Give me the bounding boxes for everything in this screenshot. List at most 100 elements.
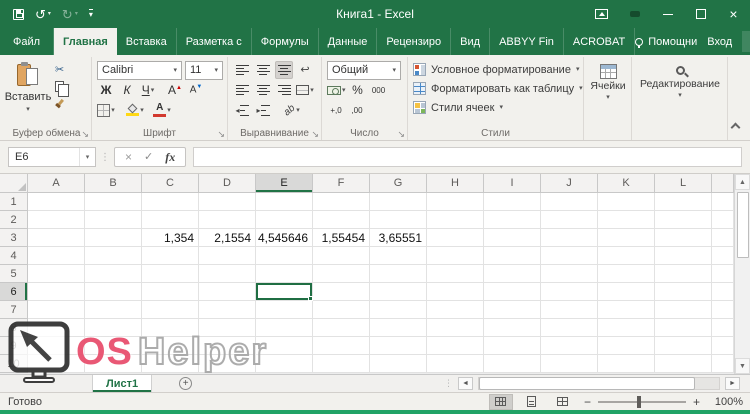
- decrease-indent-button[interactable]: ◂: [233, 101, 251, 119]
- comma-style-button[interactable]: 000: [370, 81, 388, 99]
- font-name-select[interactable]: Calibri▾: [97, 61, 182, 80]
- tab-abbyy[interactable]: ABBYY Fin: [490, 28, 564, 55]
- align-middle-button[interactable]: [254, 61, 272, 79]
- cell-G6[interactable]: [370, 283, 427, 301]
- select-all-button[interactable]: [0, 174, 28, 193]
- cell-K3[interactable]: [598, 229, 655, 247]
- help-tab[interactable]: Помощни: [635, 36, 697, 48]
- cell-G7[interactable]: [370, 301, 427, 319]
- new-sheet-button[interactable]: +: [179, 377, 192, 390]
- tab-data[interactable]: Данные: [319, 28, 378, 55]
- increase-decimal-button[interactable]: +,0: [327, 101, 345, 119]
- borders-dropdown-icon[interactable]: ▾: [111, 107, 115, 114]
- row-header-5[interactable]: 5: [0, 265, 28, 283]
- column-header-K[interactable]: K: [598, 174, 655, 193]
- row-header-3[interactable]: 3: [0, 229, 28, 247]
- cell-H5[interactable]: [427, 265, 484, 283]
- shrink-font-button[interactable]: А▼: [187, 81, 205, 99]
- font-color-button[interactable]: А▾: [153, 101, 171, 119]
- cell-E5[interactable]: [256, 265, 313, 283]
- cell-A6[interactable]: [28, 283, 85, 301]
- cell-C9[interactable]: [142, 337, 199, 355]
- cell-styles-button[interactable]: Стили ячеек ▾: [413, 98, 579, 117]
- cell-C8[interactable]: [142, 319, 199, 337]
- normal-view-button[interactable]: [489, 394, 513, 410]
- align-bottom-button[interactable]: [275, 61, 293, 79]
- format-as-table-button[interactable]: Форматировать как таблицу ▾: [413, 79, 579, 98]
- cell-L3[interactable]: [655, 229, 712, 247]
- cell-H10[interactable]: [427, 355, 484, 373]
- row-header-7[interactable]: 7: [0, 301, 28, 319]
- scroll-right-button[interactable]: ►: [725, 377, 740, 390]
- underline-dropdown-icon[interactable]: ▾: [151, 87, 155, 94]
- page-break-view-button[interactable]: [551, 394, 575, 410]
- cell-A2[interactable]: [28, 211, 85, 229]
- cell-F1[interactable]: [313, 193, 370, 211]
- accounting-dropdown-icon[interactable]: ▾: [342, 87, 346, 94]
- cell-B4[interactable]: [85, 247, 142, 265]
- cell-D10[interactable]: [199, 355, 256, 373]
- cell-H4[interactable]: [427, 247, 484, 265]
- cell-B8[interactable]: [85, 319, 142, 337]
- tab-page-layout[interactable]: Разметка с: [177, 28, 252, 55]
- column-header-J[interactable]: J: [541, 174, 598, 193]
- cell-E1[interactable]: [256, 193, 313, 211]
- cell-G9[interactable]: [370, 337, 427, 355]
- cell-G2[interactable]: [370, 211, 427, 229]
- cell-A1[interactable]: [28, 193, 85, 211]
- cell-E2[interactable]: [256, 211, 313, 229]
- cell-I3[interactable]: [484, 229, 541, 247]
- italic-button[interactable]: К: [118, 81, 136, 99]
- copy-button[interactable]: ▾: [55, 80, 70, 93]
- cell-D7[interactable]: [199, 301, 256, 319]
- font-size-select[interactable]: 11▾: [185, 61, 223, 80]
- cell-I10[interactable]: [484, 355, 541, 373]
- tab-splitter-handle[interactable]: ⋮: [444, 378, 453, 389]
- cell-E3[interactable]: 4,545646: [256, 229, 313, 247]
- cell-J5[interactable]: [541, 265, 598, 283]
- row-header-10[interactable]: 10: [0, 355, 28, 373]
- borders-button[interactable]: ▾: [97, 101, 115, 119]
- page-layout-view-button[interactable]: [520, 394, 544, 410]
- cell-A8[interactable]: [28, 319, 85, 337]
- clipboard-dialog-launcher[interactable]: ↘: [81, 130, 89, 139]
- font-color-dropdown-icon[interactable]: ▾: [167, 107, 171, 114]
- cell-D4[interactable]: [199, 247, 256, 265]
- cell-D2[interactable]: [199, 211, 256, 229]
- align-center-button[interactable]: [254, 81, 272, 99]
- tab-home[interactable]: Главная: [54, 28, 117, 55]
- align-left-button[interactable]: [233, 81, 251, 99]
- underline-button[interactable]: Ч▾: [139, 81, 157, 99]
- conditional-formatting-button[interactable]: Условное форматирование ▾: [413, 60, 579, 79]
- number-dialog-launcher[interactable]: ↘: [397, 130, 405, 139]
- font-name-dropdown-icon[interactable]: ▾: [173, 67, 177, 74]
- cell-H7[interactable]: [427, 301, 484, 319]
- insert-function-button[interactable]: fx: [165, 150, 175, 165]
- cell-F6[interactable]: [313, 283, 370, 301]
- column-header-E[interactable]: E: [256, 174, 313, 193]
- cell-D6[interactable]: [199, 283, 256, 301]
- cell-B10[interactable]: [85, 355, 142, 373]
- cell-A9[interactable]: [28, 337, 85, 355]
- row-header-8[interactable]: 8: [0, 319, 28, 337]
- cell-K8[interactable]: [598, 319, 655, 337]
- zoom-level[interactable]: 100%: [709, 396, 743, 408]
- editing-button[interactable]: Редактирование ▾: [637, 60, 723, 127]
- row-header-2[interactable]: 2: [0, 211, 28, 229]
- align-top-button[interactable]: [233, 61, 251, 79]
- paste-dropdown-icon[interactable]: ▾: [26, 106, 30, 113]
- column-header-I[interactable]: I: [484, 174, 541, 193]
- cell-B7[interactable]: [85, 301, 142, 319]
- cell-E10[interactable]: [256, 355, 313, 373]
- cell-D5[interactable]: [199, 265, 256, 283]
- cell-H1[interactable]: [427, 193, 484, 211]
- cell-C6[interactable]: [142, 283, 199, 301]
- tab-insert[interactable]: Вставка: [117, 28, 177, 55]
- column-header-F[interactable]: F: [313, 174, 370, 193]
- cell-E6[interactable]: [256, 283, 313, 301]
- cell-C1[interactable]: [142, 193, 199, 211]
- align-right-button[interactable]: [275, 81, 293, 99]
- name-box-dropdown-icon[interactable]: ▾: [79, 148, 95, 166]
- merge-center-button[interactable]: ▾: [296, 81, 314, 99]
- close-button[interactable]: ×: [717, 0, 750, 28]
